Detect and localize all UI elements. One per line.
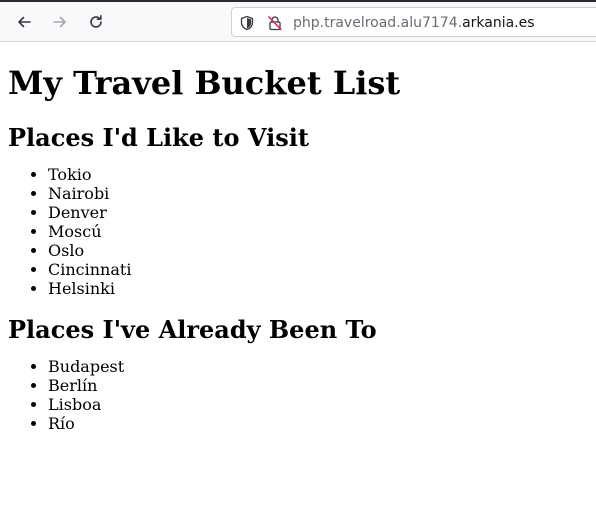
shield-icon[interactable] xyxy=(238,14,256,32)
forward-button[interactable] xyxy=(46,8,74,36)
visited-heading: Places I've Already Been To xyxy=(8,315,377,344)
page-content: My Travel Bucket List Places I'd Like to… xyxy=(0,42,596,433)
list-item: Moscú xyxy=(48,222,588,241)
list-item: Budapest xyxy=(48,357,588,376)
list-item: Cincinnati xyxy=(48,260,588,279)
page-title: My Travel Bucket List xyxy=(8,64,401,102)
visited-list: Budapest Berlín Lisboa Río xyxy=(8,357,588,433)
back-button[interactable] xyxy=(10,8,38,36)
list-item: Oslo xyxy=(48,241,588,260)
reload-button[interactable] xyxy=(82,8,110,36)
url-host: php.travelroad.alu7174. xyxy=(293,15,463,31)
reload-icon xyxy=(88,14,104,30)
wishlist-heading: Places I'd Like to Visit xyxy=(8,123,309,152)
arrow-left-icon xyxy=(16,14,32,30)
list-item: Berlín xyxy=(48,376,588,395)
arrow-right-icon xyxy=(52,14,68,30)
list-item: Lisboa xyxy=(48,395,588,414)
url-domain: arkania.es xyxy=(462,15,535,31)
browser-toolbar: php.travelroad.alu7174.arkania.es xyxy=(0,0,596,42)
list-item: Río xyxy=(48,414,588,433)
list-item: Denver xyxy=(48,203,588,222)
list-item: Tokio xyxy=(48,165,588,184)
url-text[interactable]: php.travelroad.alu7174.arkania.es xyxy=(293,14,535,32)
address-bar[interactable]: php.travelroad.alu7174.arkania.es xyxy=(231,7,596,37)
list-item: Helsinki xyxy=(48,279,588,298)
list-item: Nairobi xyxy=(48,184,588,203)
insecure-lock-icon[interactable] xyxy=(266,14,284,32)
wishlist-list: Tokio Nairobi Denver Moscú Oslo Cincinna… xyxy=(8,165,588,298)
